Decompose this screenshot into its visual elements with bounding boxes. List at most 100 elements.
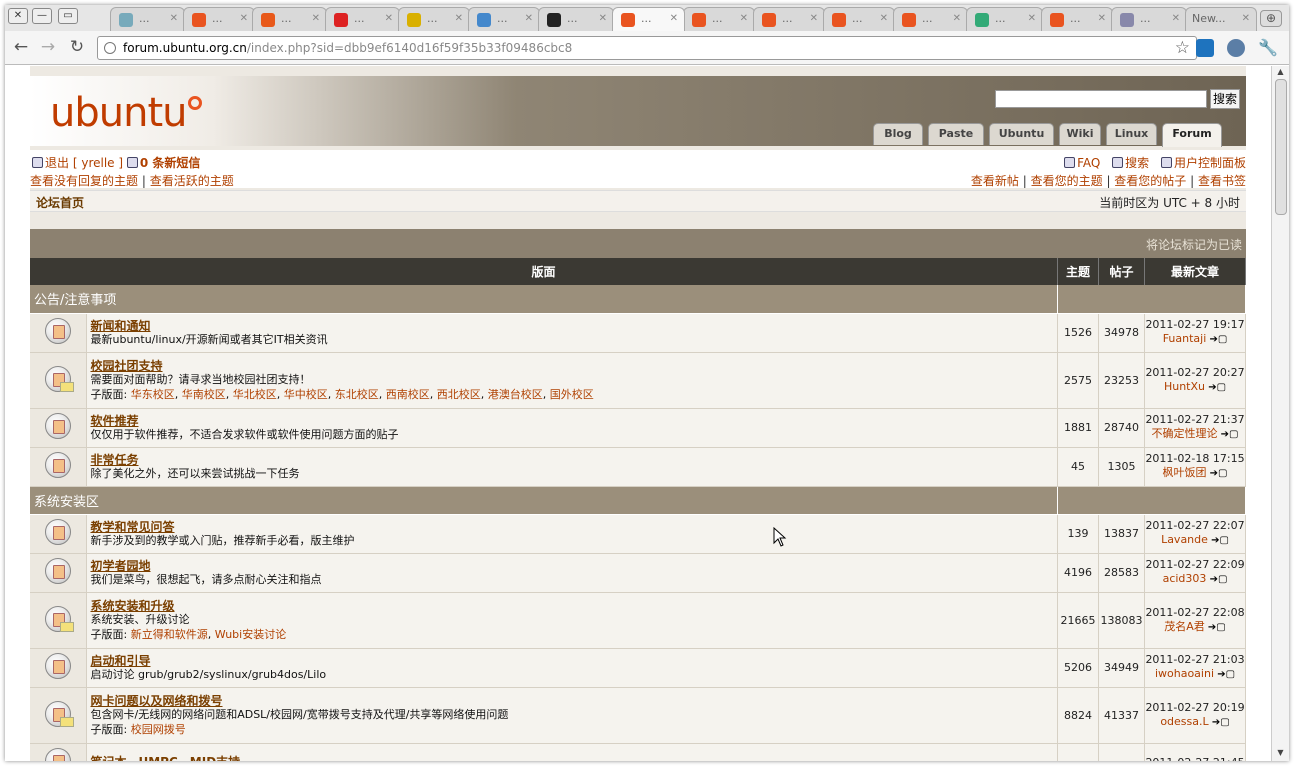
forum-title-link[interactable]: 系统安装和升级 <box>91 599 1054 613</box>
browser-tab[interactable]: ... ✕ <box>823 7 895 31</box>
active-topics-link[interactable]: 查看活跃的主题 <box>150 174 234 188</box>
tab-close-icon[interactable]: ✕ <box>455 8 463 30</box>
tab-close-icon[interactable]: ✕ <box>1028 8 1036 30</box>
unanswered-link[interactable]: 查看没有回复的主题 <box>30 174 138 188</box>
bookmarks-link[interactable]: 查看书签 <box>1198 174 1246 188</box>
subforum-link[interactable]: 港澳台校区 <box>488 388 543 401</box>
pm-link[interactable]: 0 条新短信 <box>140 156 201 170</box>
scroll-down-arrow-icon[interactable]: ▼ <box>1272 748 1289 760</box>
tab-close-icon[interactable]: ✕ <box>670 8 678 30</box>
subforum-link[interactable]: 华东校区 <box>131 388 175 401</box>
subforum-link[interactable]: 校园网拨号 <box>131 723 186 736</box>
tab-close-icon[interactable]: ✕ <box>385 8 393 30</box>
mark-read-link[interactable]: 将论坛标记为已读 <box>1146 236 1242 253</box>
tab-close-icon[interactable]: ✕ <box>312 8 320 30</box>
subforum-link[interactable]: 新立得和软件源 <box>131 628 208 641</box>
browser-tab[interactable]: ... ✕ <box>966 7 1043 31</box>
last-post-author-link[interactable]: HuntXu <box>1164 380 1205 393</box>
forum-title-link[interactable]: 软件推荐 <box>91 414 1054 428</box>
browser-tab[interactable]: ... ✕ <box>110 7 185 31</box>
goto-last-post-icon[interactable]: ➔▢ <box>1214 669 1235 680</box>
browser-tab[interactable]: ... ✕ <box>893 7 968 31</box>
tab-close-icon[interactable]: ✕ <box>240 8 248 30</box>
browser-tab[interactable]: ... ✕ <box>753 7 825 31</box>
subforum-link[interactable]: Wubi安装讨论 <box>215 628 287 641</box>
browser-tab[interactable]: ... ✕ <box>398 7 470 31</box>
browser-tab[interactable]: ... ✕ <box>468 7 540 31</box>
forward-arrow-icon[interactable]: → <box>38 37 58 57</box>
search-link[interactable]: 搜索 <box>1125 156 1149 170</box>
address-bar[interactable]: forum.ubuntu.org.cn/index.php?sid=dbb9ef… <box>97 36 1197 60</box>
last-post-author-link[interactable]: 不确定性理论 <box>1151 427 1217 440</box>
browser-tab[interactable]: ... ✕ <box>252 7 327 31</box>
browser-tab[interactable]: ... ✕ <box>1111 7 1187 31</box>
browser-tab[interactable]: ... ✕ <box>1041 7 1113 31</box>
goto-last-post-icon[interactable]: ➔▢ <box>1206 468 1228 479</box>
goto-last-post-icon[interactable]: ➔▢ <box>1205 382 1226 393</box>
last-post-author-link[interactable]: iwohaoaini <box>1155 667 1214 680</box>
minimize-window-button[interactable]: — <box>32 8 52 24</box>
browser-tab[interactable]: ... ✕ <box>325 7 400 31</box>
last-post-author-link[interactable]: Lavande <box>1161 533 1208 546</box>
goto-last-post-icon[interactable]: ➔▢ <box>1208 535 1229 546</box>
site-tab-forum[interactable]: Forum <box>1162 123 1222 147</box>
logout-link[interactable]: 退出 <box>45 156 69 170</box>
tab-close-icon[interactable]: ✕ <box>599 8 607 30</box>
reload-icon[interactable]: ↻ <box>67 37 87 57</box>
bookmark-star-icon[interactable]: ☆ <box>1175 38 1190 58</box>
site-tab-linux[interactable]: Linux <box>1106 123 1157 145</box>
last-post-author-link[interactable]: 茂名A君 <box>1164 620 1205 633</box>
extension-icon[interactable] <box>1196 39 1214 57</box>
forum-title-link[interactable]: 校园社团支持 <box>91 359 1054 373</box>
your-posts-link[interactable]: 查看您的帖子 <box>1114 174 1186 188</box>
forum-title-link[interactable]: 新闻和通知 <box>91 319 1054 333</box>
last-post-author-link[interactable]: Fuantaji <box>1163 332 1207 345</box>
tab-close-icon[interactable]: ✕ <box>740 8 748 30</box>
username-link[interactable]: [ yrelle ] <box>73 156 123 170</box>
forum-title-link[interactable]: 初学者园地 <box>91 559 1054 573</box>
browser-tab[interactable]: ... ✕ <box>683 7 755 31</box>
forum-home-link[interactable]: 论坛首页 <box>36 194 84 211</box>
forum-title-link[interactable]: 启动和引导 <box>91 654 1054 668</box>
browser-tab[interactable]: ... ✕ <box>538 7 614 31</box>
tab-close-icon[interactable]: ✕ <box>1172 8 1180 30</box>
forum-title-link[interactable]: 网卡问题以及网络和拨号 <box>91 694 1054 708</box>
search-input[interactable] <box>995 90 1207 108</box>
subforum-link[interactable]: 国外校区 <box>550 388 594 401</box>
site-tab-paste[interactable]: Paste <box>928 123 984 145</box>
subforum-link[interactable]: 华北校区 <box>233 388 277 401</box>
subforum-link[interactable]: 东北校区 <box>335 388 379 401</box>
new-tab-button[interactable]: ⊕ <box>1260 10 1282 27</box>
last-post-author-link[interactable]: acid303 <box>1163 572 1207 585</box>
goto-last-post-icon[interactable]: ➔▢ <box>1205 622 1226 633</box>
scrollbar-thumb[interactable] <box>1275 79 1287 215</box>
vertical-scrollbar[interactable]: ▲ ▼ <box>1271 66 1289 761</box>
browser-tab[interactable]: ... ✕ <box>612 7 685 31</box>
back-arrow-icon[interactable]: ← <box>11 37 31 57</box>
subforum-link[interactable]: 西南校区 <box>386 388 430 401</box>
subforum-link[interactable]: 华中校区 <box>284 388 328 401</box>
goto-last-post-icon[interactable]: ➔▢ <box>1206 574 1228 585</box>
extension-icon[interactable] <box>1227 39 1245 57</box>
goto-last-post-icon[interactable]: ➔▢ <box>1217 429 1239 440</box>
forum-title-link[interactable]: 笔记本、UMPC、MID支持 <box>91 756 1054 762</box>
maximize-window-button[interactable]: ▭ <box>58 8 78 24</box>
forum-title-link[interactable]: 非常任务 <box>91 453 1054 467</box>
tab-close-icon[interactable]: ✕ <box>170 8 178 30</box>
goto-last-post-icon[interactable]: ➔▢ <box>1209 717 1230 728</box>
site-tab-blog[interactable]: Blog <box>873 123 923 145</box>
close-window-button[interactable]: ✕ <box>8 8 28 24</box>
wrench-icon[interactable]: 🔧 <box>1258 39 1278 57</box>
ucp-link[interactable]: 用户控制面板 <box>1174 156 1246 170</box>
your-topics-link[interactable]: 查看您的主题 <box>1031 174 1103 188</box>
site-tab-wiki[interactable]: Wiki <box>1059 123 1101 145</box>
browser-tab[interactable]: New... ✕ <box>1185 7 1257 31</box>
goto-last-post-icon[interactable]: ➔▢ <box>1206 334 1227 345</box>
subforum-link[interactable]: 华南校区 <box>182 388 226 401</box>
tab-close-icon[interactable]: ✕ <box>810 8 818 30</box>
tab-close-icon[interactable]: ✕ <box>525 8 533 30</box>
forum-title-link[interactable]: 教学和常见问答 <box>91 520 1054 534</box>
site-tab-ubuntu[interactable]: Ubuntu <box>989 123 1054 145</box>
ubuntu-logo[interactable]: ubuntu <box>50 90 203 136</box>
last-post-author-link[interactable]: odessa.L <box>1160 715 1208 728</box>
